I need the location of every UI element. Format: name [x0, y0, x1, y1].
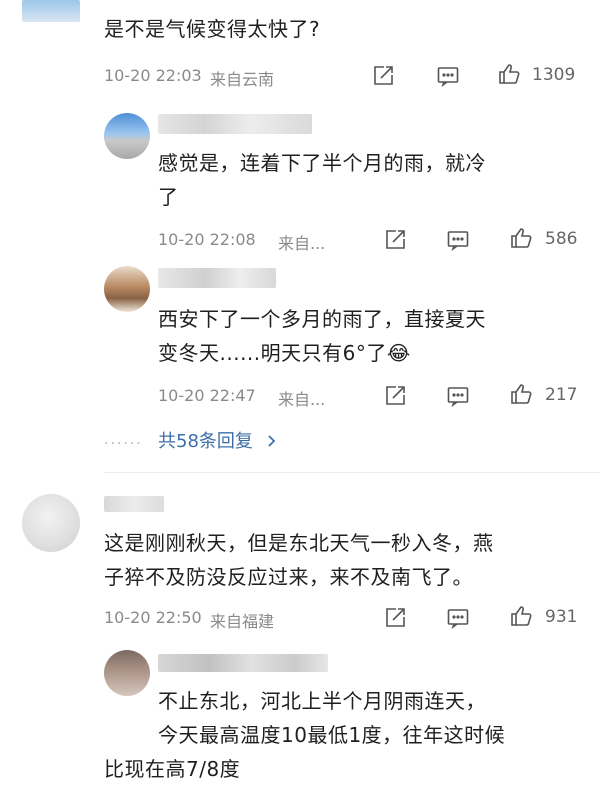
avatar[interactable]: [22, 0, 80, 22]
thumbs-up-icon[interactable]: [509, 226, 533, 250]
comment-location: 来自云南: [210, 70, 275, 89]
divider: [104, 472, 600, 473]
reply-text: 感觉是，连着下了半个月的雨，就冷 了: [158, 146, 486, 214]
reply-text-line: 比现在高7/8度: [104, 757, 241, 781]
comment-icon[interactable]: [446, 606, 470, 630]
like-count: 217: [545, 385, 578, 405]
reply-dots: ......: [104, 432, 143, 448]
comment-time: 10-20 22:50: [104, 608, 202, 627]
comment-location: 来自福建: [210, 612, 275, 631]
avatar[interactable]: [104, 266, 150, 312]
reply-text-wrap: 比现在高7/8度: [104, 752, 240, 786]
reply-text-segment: 变冬天......明天只有6°了: [158, 341, 387, 365]
like-count: 1309: [532, 65, 576, 85]
laughing-emoji-icon: 😂: [386, 341, 411, 365]
reply-text-line: 西安下了一个多月的雨了，直接夏天: [158, 307, 486, 331]
reply-text: 不止东北，河北上半个月阴雨连天， 今天最高温度10最低1度，往年这时候: [158, 684, 505, 752]
username-blurred: [104, 496, 164, 512]
thumbs-up-icon[interactable]: [509, 604, 533, 628]
avatar[interactable]: [104, 650, 150, 696]
comment-icon[interactable]: [446, 228, 470, 252]
avatar[interactable]: [104, 113, 150, 159]
share-icon[interactable]: [383, 606, 407, 630]
like-count: 586: [545, 229, 578, 249]
thumbs-up-icon[interactable]: [497, 62, 521, 86]
chevron-right-icon: [268, 435, 275, 447]
share-icon[interactable]: [383, 228, 407, 252]
reply-location: 来自...: [278, 390, 326, 409]
reply-location: 来自...: [278, 234, 326, 253]
reply-text-line: 感觉是，连着下了半个月的雨，就冷: [158, 151, 486, 175]
share-icon[interactable]: [383, 384, 407, 408]
like-count: 931: [545, 607, 578, 627]
comment-time: 10-20 22:03: [104, 66, 202, 85]
reply-text-line: 变冬天......明天只有6°了😂: [158, 336, 486, 370]
reply-text-line: 了: [158, 185, 179, 209]
reply-time: 10-20 22:08: [158, 230, 256, 249]
reply-text: 西安下了一个多月的雨了，直接夏天 变冬天......明天只有6°了😂: [158, 302, 486, 370]
reply-text-line: 今天最高温度10最低1度，往年这时候: [158, 723, 506, 747]
more-replies-link[interactable]: 共58条回复: [158, 427, 279, 453]
reply-time: 10-20 22:47: [158, 386, 256, 405]
comment-icon[interactable]: [446, 384, 470, 408]
comment-icon[interactable]: [436, 64, 460, 88]
thumbs-up-icon[interactable]: [509, 382, 533, 406]
avatar[interactable]: [22, 494, 80, 552]
username-blurred: [158, 114, 312, 134]
comment-text-line: 这是刚刚秋天，但是东北天气一秒入冬，燕: [104, 531, 494, 555]
more-replies-label: 共58条回复: [158, 431, 253, 452]
share-icon[interactable]: [371, 64, 395, 88]
username-blurred: [158, 654, 328, 672]
comment-text-line: 子猝不及防没反应过来，来不及南飞了。: [104, 565, 473, 589]
comment-text: 是不是气候变得太快了?: [104, 17, 321, 41]
comment-text: 这是刚刚秋天，但是东北天气一秒入冬，燕 子猝不及防没反应过来，来不及南飞了。: [104, 526, 494, 594]
reply-text-line: 不止东北，河北上半个月阴雨连天，: [158, 689, 486, 713]
username-blurred: [158, 268, 276, 288]
